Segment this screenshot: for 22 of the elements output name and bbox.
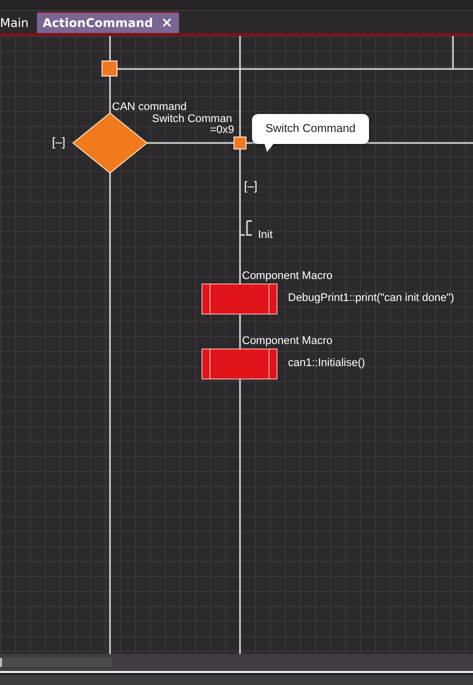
horizontal-scrollbar[interactable]	[0, 654, 473, 671]
connector-node[interactable]	[102, 60, 118, 76]
tooltip-tail	[264, 142, 276, 154]
collapse-toggle[interactable]: [–]	[52, 136, 66, 150]
switch-label: Switch Comman	[152, 113, 232, 125]
case-label: Init	[258, 229, 273, 242]
switch-value: =0x9	[210, 124, 234, 136]
decision-diamond[interactable]	[72, 112, 148, 174]
tab[interactable]: Main	[0, 13, 35, 33]
macro-title: Component Macro	[242, 270, 332, 282]
macro-title: Component Macro	[242, 335, 332, 348]
tab[interactable]: ActionCommand ×	[36, 12, 179, 33]
close-icon[interactable]: ×	[160, 15, 173, 31]
scrollbar-thumb[interactable]	[0, 658, 112, 667]
macro-call: can1::Initialise()	[288, 357, 366, 370]
decision-label: CAN command	[112, 101, 187, 114]
macro-block[interactable]	[202, 348, 278, 380]
switch-node[interactable]	[234, 136, 246, 150]
macro-block[interactable]	[202, 284, 278, 314]
macro-call: DebugPrint1::print("can init done")	[288, 292, 454, 304]
tooltip: Switch Command	[252, 114, 369, 144]
collapse-toggle[interactable]: [–]	[244, 180, 258, 194]
